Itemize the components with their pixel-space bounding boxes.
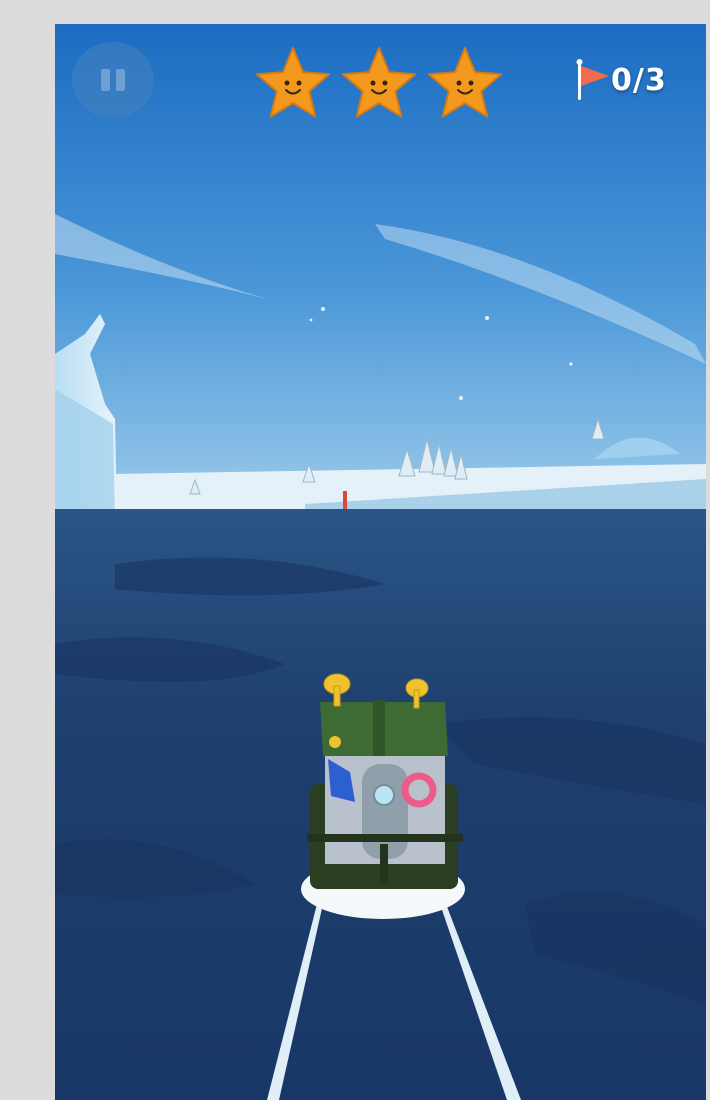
flag-counter: 0/3 <box>573 58 667 102</box>
distant-buoy <box>343 491 347 509</box>
porthole <box>373 784 395 806</box>
boat-post <box>380 844 388 884</box>
pause-icon <box>101 69 110 91</box>
boat-roof-seam <box>373 700 385 756</box>
game-viewport[interactable]: 0/3 <box>55 24 706 1100</box>
starfish-icon <box>427 47 503 118</box>
game-scene <box>55 24 706 1100</box>
boat-flag-ball <box>329 736 341 748</box>
player-boat <box>301 673 465 919</box>
starfish-icon <box>255 47 331 118</box>
starfish-icon <box>341 47 417 118</box>
pause-button[interactable] <box>72 42 154 118</box>
flag-count-text: 0/3 <box>611 62 667 98</box>
star-rating <box>253 44 505 122</box>
flag-icon <box>576 59 609 100</box>
boat-rail <box>307 834 463 842</box>
